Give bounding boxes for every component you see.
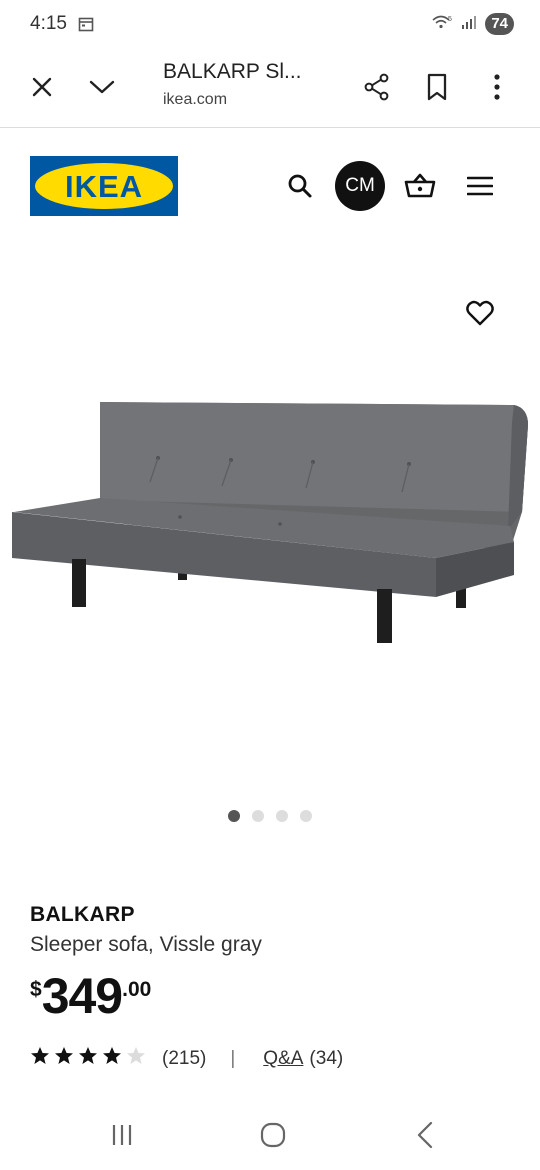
page-title[interactable]: BALKARP Sl...	[163, 60, 302, 84]
svg-text:5: 5	[448, 16, 452, 23]
home-icon[interactable]	[253, 1118, 293, 1152]
star-empty-icon	[126, 1046, 146, 1072]
product-name: BALKARP	[30, 903, 135, 926]
price-integer: 349	[41, 968, 123, 1024]
back-icon[interactable]	[405, 1118, 445, 1152]
svg-text:IKEA: IKEA	[65, 169, 143, 204]
more-vertical-icon[interactable]	[480, 70, 514, 104]
star-filled-icon	[102, 1046, 122, 1072]
avatar[interactable]: CM	[335, 161, 385, 211]
carousel-dots	[0, 810, 540, 824]
review-count[interactable]: (215)	[162, 1048, 206, 1070]
rating-stars[interactable]	[30, 1046, 146, 1072]
status-time: 4:15	[30, 13, 67, 34]
product-image[interactable]	[0, 250, 540, 790]
wifi-icon: 5	[431, 14, 453, 35]
rating-row: (215) | Q&A (34)	[30, 1046, 343, 1072]
star-filled-icon	[30, 1046, 50, 1072]
signal-icon	[461, 15, 477, 34]
battery-icon: 74	[485, 13, 514, 35]
android-nav-bar	[0, 1100, 540, 1170]
ikea-logo[interactable]: IKEA	[30, 156, 178, 216]
search-icon[interactable]	[275, 161, 325, 211]
star-filled-icon	[54, 1046, 74, 1072]
separator: |	[230, 1048, 236, 1069]
share-icon[interactable]	[360, 70, 394, 104]
page-url[interactable]: ikea.com	[163, 91, 227, 109]
carousel-dot[interactable]	[252, 810, 264, 822]
carousel-dot[interactable]	[276, 810, 288, 822]
calendar-icon	[78, 16, 94, 37]
status-bar: 4:15 5 74	[0, 0, 540, 50]
site-header: IKEA CM	[0, 128, 540, 238]
star-filled-icon	[78, 1046, 98, 1072]
browser-toolbar: BALKARP Sl... ikea.com	[0, 50, 540, 128]
qa-count[interactable]: (34)	[309, 1048, 343, 1070]
product-description: Sleeper sofa, Vissle gray	[30, 933, 262, 956]
basket-icon[interactable]	[395, 161, 445, 211]
chevron-down-icon[interactable]	[85, 70, 119, 104]
price-currency: $	[30, 978, 42, 1001]
carousel-dot[interactable]	[300, 810, 312, 822]
bookmark-icon[interactable]	[420, 70, 454, 104]
close-icon[interactable]	[25, 70, 59, 104]
product-price: $ 349 .00	[30, 968, 151, 1024]
qa-link[interactable]: Q&A	[263, 1048, 303, 1070]
favorite-heart-icon[interactable]	[462, 295, 498, 331]
recent-apps-icon[interactable]	[102, 1118, 142, 1152]
carousel-dot[interactable]	[228, 810, 240, 822]
menu-icon[interactable]	[455, 161, 505, 211]
price-decimal: .00	[122, 978, 152, 1001]
